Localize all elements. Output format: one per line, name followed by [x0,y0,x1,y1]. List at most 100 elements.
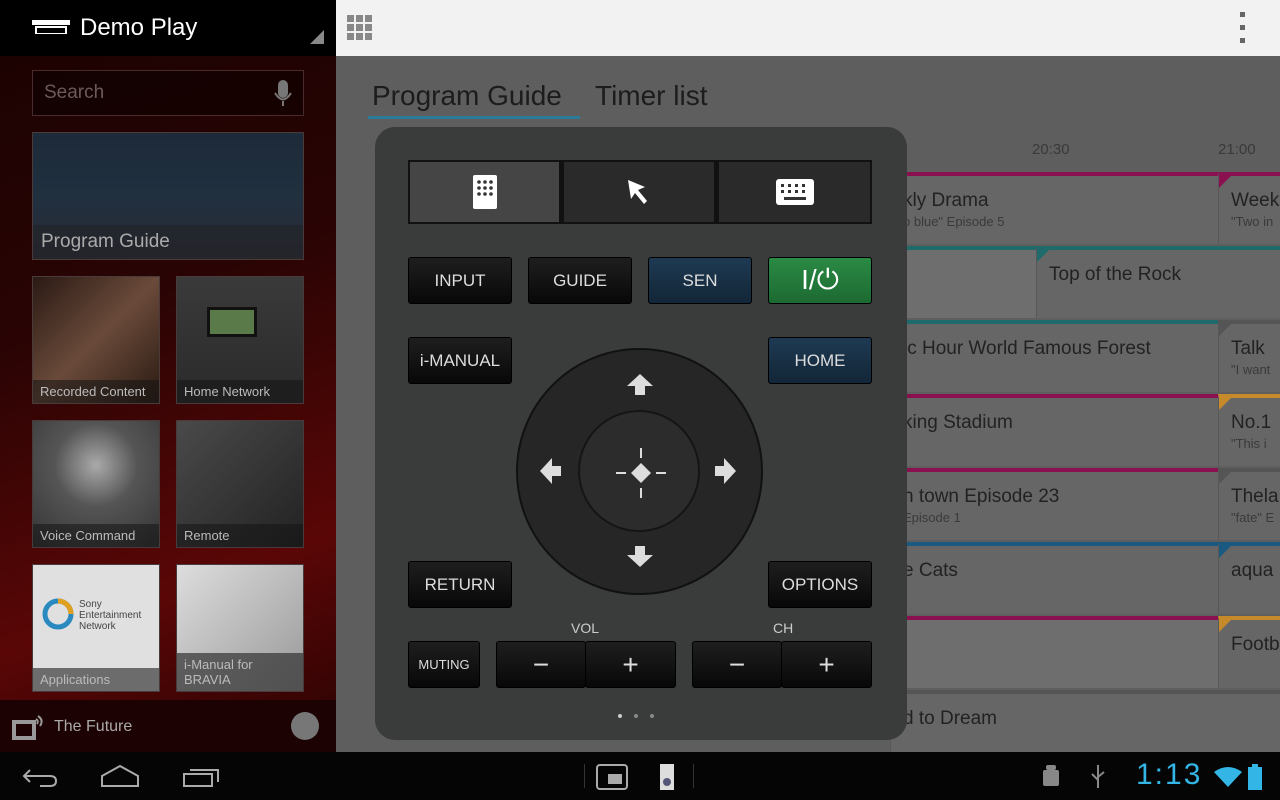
sidebar-footer[interactable]: The Future [0,700,336,752]
remote-app-icon[interactable] [660,764,674,790]
divider [693,764,694,788]
tile-home-network[interactable]: Home Network [176,276,304,404]
recent-apps-icon[interactable] [182,766,220,788]
program-title: ic Hour World Famous Forest [903,338,1151,359]
tile-applications[interactable]: Sony Entertainment Network Applications [32,564,160,692]
genre-corner [1219,620,1231,632]
mode-keyboard-button[interactable] [718,161,871,223]
genre-corner [1219,176,1231,188]
time-label: 21:00 [1218,141,1256,158]
back-icon[interactable] [22,767,58,787]
genre-corner [1219,398,1231,410]
wifi-icon [1214,767,1242,787]
clock: 1:13 [1136,758,1203,791]
arrow-right-icon[interactable] [714,457,738,485]
program-cell[interactable]: ic Hour World Famous Forest [890,320,1218,392]
program-cell[interactable]: Talk "I want [1218,320,1280,392]
tab-program-guide[interactable]: Program Guide [372,80,562,112]
genre-corner [1219,324,1231,336]
arrow-left-icon[interactable] [538,457,562,485]
i-manual-button[interactable]: i-MANUAL [408,337,512,384]
sidebar-header[interactable]: Demo Play [0,0,336,56]
tile-label: Recorded Content [33,380,159,403]
program-title: Week [1231,190,1280,211]
monitor-image [207,307,257,337]
program-cell[interactable]: king Stadium [890,394,1218,466]
program-cell[interactable]: aqua [1218,542,1280,614]
program-cell[interactable] [890,616,1218,688]
genre-corner [1219,546,1231,558]
tile-label: Program Guide [33,225,303,259]
genre-corner [1219,472,1231,484]
mode-keypad-button[interactable] [409,161,560,223]
channel-label: CH [773,620,794,636]
tile-voice-command[interactable]: Voice Command [32,420,160,548]
page-dot [650,714,654,718]
volume-down-button[interactable]: − [496,641,586,688]
overflow-menu-icon[interactable] [1239,12,1247,44]
tile-label: Voice Command [33,524,159,547]
grid-icon[interactable] [347,15,373,41]
program-title: Top of the Rock [1049,264,1182,285]
power-button[interactable]: I/⏻ [768,257,872,304]
home-button[interactable]: HOME [768,337,872,384]
program-subtitle: "Two in [1231,214,1274,229]
program-subtitle: o blue" Episode 5 [903,214,1005,229]
tile-i-manual[interactable]: i-Manual for BRAVIA [176,564,304,692]
page-dot [618,714,622,718]
guide-button[interactable]: GUIDE [528,257,632,304]
program-subtitle: "I want [1231,362,1271,377]
dropdown-corner-icon [310,30,324,44]
program-cell[interactable]: Top of the Rock [1036,246,1280,318]
channel-up-button[interactable]: + [781,641,872,688]
program-subtitle: "fate" E [1231,510,1275,525]
return-button[interactable]: RETURN [408,561,512,608]
device-search-icon[interactable] [291,712,319,740]
tab-indicator [368,116,580,119]
tile-label: Home Network [177,380,303,403]
muting-button[interactable]: MUTING [408,641,480,688]
sen-button[interactable]: SEN [648,257,752,304]
home-icon[interactable] [100,764,140,788]
program-cell[interactable]: No.1 "This i [1218,394,1280,466]
android-debug-icon [1043,765,1059,786]
program-cell[interactable] [890,246,1036,318]
search-box[interactable] [32,70,304,116]
tile-remote[interactable]: Remote [176,420,304,548]
mode-pointer-button[interactable] [563,161,715,223]
app-title: Demo Play [80,14,198,41]
program-cell[interactable]: n town Episode 23 Episode 1 [890,468,1218,540]
genre-corner [1037,250,1049,262]
program-cell[interactable]: kly Drama o blue" Episode 5 [890,172,1218,244]
sen-logo-icon [42,598,74,630]
program-title: e Cats [903,560,958,581]
tile-program-guide[interactable]: Program Guide [32,132,304,260]
time-label: 20:30 [1032,141,1070,158]
microphone-icon[interactable] [273,80,293,108]
tab-timer-list[interactable]: Timer list [595,80,708,112]
channel-down-button[interactable]: − [692,641,782,688]
program-title: Talk [1231,338,1265,359]
page-dot [634,714,638,718]
volume-up-button[interactable]: + [585,641,676,688]
arrow-down-icon[interactable] [626,545,654,569]
tile-label: i-Manual for BRAVIA [177,653,303,691]
pointer-icon [628,180,647,204]
options-button[interactable]: OPTIONS [768,561,872,608]
program-cell[interactable]: Week "Two in [1218,172,1280,244]
program-cell[interactable]: e Cats [890,542,1218,614]
battery-icon [1248,764,1262,790]
picture-in-picture-icon[interactable] [596,764,628,790]
program-title: kly Drama [903,190,989,211]
enter-button[interactable] [578,410,700,532]
volume-label: VOL [571,620,600,636]
divider [584,764,585,788]
input-button[interactable]: INPUT [408,257,512,304]
program-cell[interactable]: Thela "fate" E [1218,468,1280,540]
program-title: aqua [1231,560,1274,581]
program-cell[interactable]: Footb [1218,616,1280,688]
tile-recorded-content[interactable]: Recorded Content [32,276,160,404]
current-device: The Future [54,718,133,735]
arrow-up-icon[interactable] [626,372,654,396]
search-input[interactable] [44,82,264,104]
